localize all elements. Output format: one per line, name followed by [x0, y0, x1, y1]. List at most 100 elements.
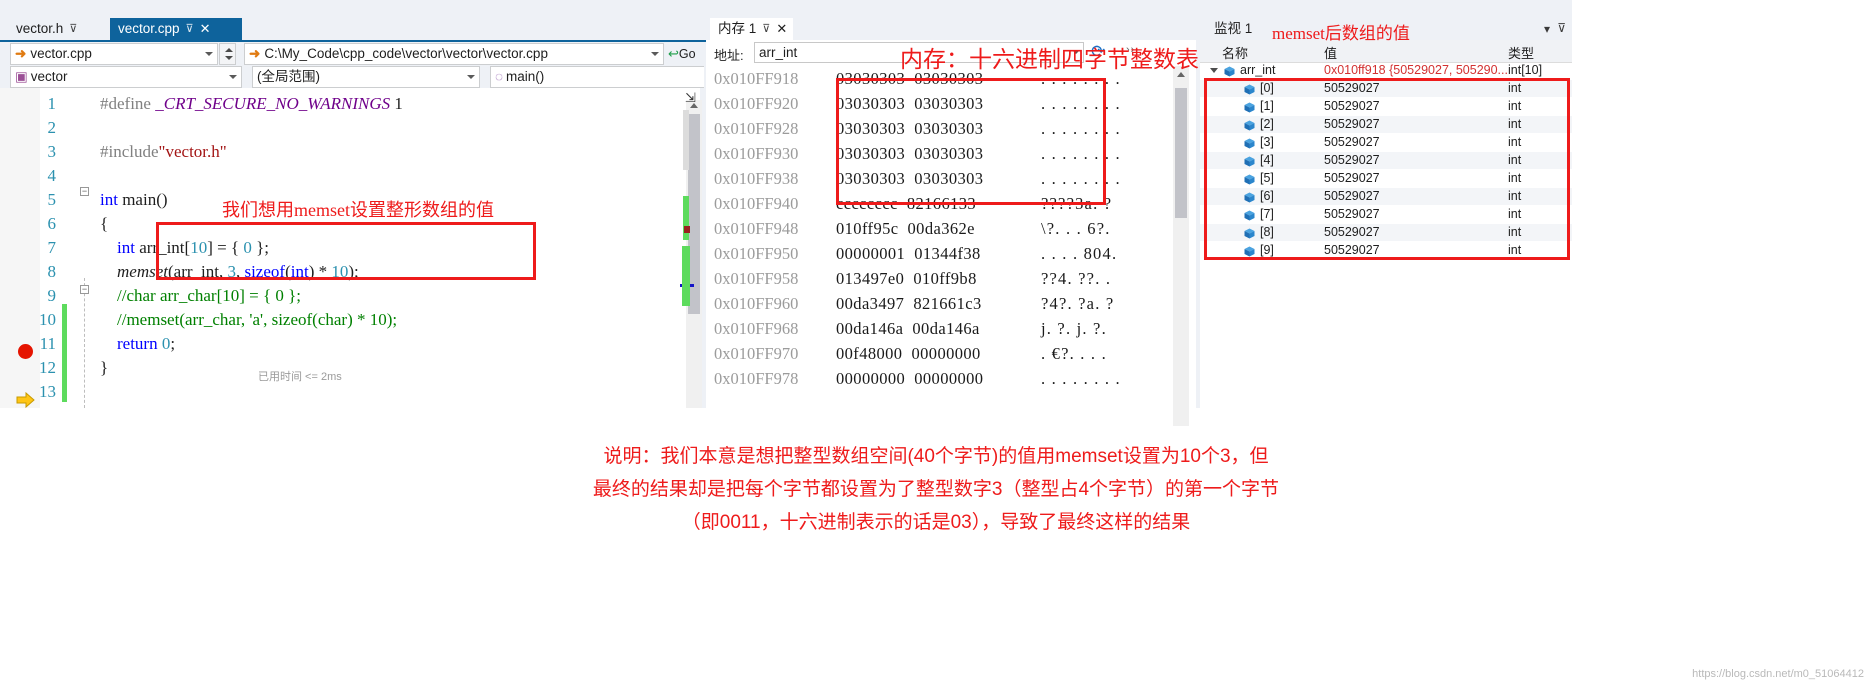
- watch-row-type: int: [1508, 153, 1522, 167]
- watch-row-value[interactable]: 50529027: [1324, 134, 1380, 151]
- watch-row[interactable]: [3] 50529027 int: [1200, 134, 1572, 151]
- chevron-down-icon[interactable]: [205, 52, 213, 56]
- code-line[interactable]: 9 //char arr_char[10] = { 0 };: [0, 284, 700, 308]
- memory-vscrollbar-thumb[interactable]: [1175, 88, 1187, 218]
- memory-row[interactable]: 0x010FF958 013497e0 010ff9b8 ??4. ??. .: [706, 266, 1196, 291]
- close-icon[interactable]: ✕: [200, 18, 211, 40]
- file-combo[interactable]: ➜ vector.cpp: [10, 43, 218, 65]
- pin-icon[interactable]: ⊽: [69, 18, 77, 40]
- go-button[interactable]: ↩Go: [668, 46, 696, 62]
- chevron-down-icon[interactable]: [651, 52, 659, 56]
- code-line[interactable]: 2: [0, 116, 700, 140]
- watch-row[interactable]: [4] 50529027 int: [1200, 152, 1572, 169]
- watch-row-value[interactable]: 50529027: [1324, 170, 1380, 187]
- watch-row[interactable]: [9] 50529027 int: [1200, 242, 1572, 259]
- watch-row[interactable]: [1] 50529027 int: [1200, 98, 1572, 115]
- memory-row[interactable]: 0x010FF938 03030303 03030303 . . . . . . .…: [706, 166, 1196, 191]
- pin-icon[interactable]: ⊽: [186, 18, 194, 40]
- watch-row-value[interactable]: 50529027: [1324, 242, 1380, 259]
- line-number: 12: [39, 358, 56, 377]
- watch-row-value[interactable]: 50529027: [1324, 152, 1380, 169]
- memory-row[interactable]: 0x010FF960 00da3497 821661c3 ?4?. ?a. ?: [706, 291, 1196, 316]
- watch-row[interactable]: [8] 50529027 int: [1200, 224, 1572, 241]
- chevron-down-icon[interactable]: ▾: [1544, 22, 1550, 36]
- memory-row[interactable]: 0x010FF978 00000000 00000000 . . . . . . .…: [706, 366, 1196, 391]
- watch-row-value[interactable]: 0x010ff918 {50529027, 505290...: [1324, 62, 1508, 79]
- variable-icon: [1244, 245, 1255, 257]
- memory-hex: 00000000 00000000: [836, 369, 984, 388]
- editor-tab-vector-cpp[interactable]: vector.cpp ⊽ ✕: [110, 18, 242, 40]
- memory-vscrollbar[interactable]: [1173, 66, 1189, 426]
- editor-tab-vector-h[interactable]: vector.h ⊽: [8, 18, 106, 40]
- code-line[interactable]: 4: [0, 164, 700, 188]
- watch-row-type: int: [1508, 171, 1522, 185]
- ide-window: vector.h ⊽ vector.cpp ⊽ ✕ ➜ vector.cpp ➜ C…: [0, 0, 1572, 426]
- editor-tab-label: vector.cpp: [118, 21, 180, 36]
- code-line[interactable]: 10 //memset(arr_char, 'a', sizeof(char) …: [0, 308, 700, 332]
- scope-combo[interactable]: (全局范围): [252, 66, 480, 88]
- member-combo[interactable]: ◌ main(): [490, 66, 704, 88]
- memory-row[interactable]: 0x010FF970 00f48000 00000000 . €?. . . .: [706, 341, 1196, 366]
- split-view-icon[interactable]: ⇲: [685, 90, 696, 106]
- watch-row-type: int: [1508, 225, 1522, 239]
- path-combo[interactable]: ➜ C:\My_Code\cpp_code\vector\vector\vecto…: [244, 43, 664, 65]
- nav-spinner[interactable]: [219, 43, 236, 65]
- code-line[interactable]: 13: [0, 380, 700, 404]
- chevron-down-icon[interactable]: [467, 75, 475, 79]
- memory-row[interactable]: 0x010FF950 00000001 01344f38 . . . . 804.: [706, 241, 1196, 266]
- line-number: 4: [47, 166, 57, 185]
- watch-row-type: int: [1508, 207, 1522, 221]
- memory-row[interactable]: 0x010FF940 cccccccc 82166133 ????3a. ?: [706, 191, 1196, 216]
- code-line[interactable]: 3 #include"vector.h": [0, 140, 700, 164]
- memory-address: 0x010FF970: [714, 344, 799, 363]
- watch-row-value[interactable]: 50529027: [1324, 80, 1380, 97]
- chevron-down-icon[interactable]: [229, 75, 237, 79]
- memory-row[interactable]: 0x010FF930 03030303 03030303 . . . . . . .…: [706, 141, 1196, 166]
- watch-row[interactable]: [6] 50529027 int: [1200, 188, 1572, 205]
- watch-row[interactable]: [2] 50529027 int: [1200, 116, 1572, 133]
- memory-row[interactable]: 0x010FF920 03030303 03030303 . . . . . . .…: [706, 91, 1196, 116]
- watch-tab[interactable]: 监视 1: [1206, 18, 1258, 40]
- project-combo[interactable]: ▣ vector: [10, 66, 242, 88]
- watch-row-value[interactable]: 50529027: [1324, 224, 1380, 241]
- pin-icon[interactable]: ⊽: [762, 18, 770, 40]
- code-line[interactable]: 7 int arr_int[10] = { 0 };: [0, 236, 700, 260]
- watch-row-value[interactable]: 50529027: [1324, 188, 1380, 205]
- variable-icon: [1244, 83, 1255, 95]
- memory-row[interactable]: 0x010FF968 00da146a 00da146a j. ?. j. ?.: [706, 316, 1196, 341]
- path-combo-value: C:\My_Code\cpp_code\vector\vector\vector…: [264, 46, 548, 61]
- pin-icon[interactable]: ⊽: [1557, 21, 1566, 35]
- watch-row-value[interactable]: 50529027: [1324, 206, 1380, 223]
- memory-hex: 03030303 03030303: [836, 94, 984, 113]
- watch-row[interactable]: arr_int 0x010ff918 {50529027, 505290... in…: [1200, 62, 1572, 79]
- watch-row[interactable]: [7] 50529027 int: [1200, 206, 1572, 223]
- line-number: 8: [47, 262, 57, 281]
- watch-row-value[interactable]: 50529027: [1324, 116, 1380, 133]
- watch-row-name: [1]: [1260, 99, 1274, 113]
- line-number: 6: [47, 214, 57, 233]
- code-line[interactable]: 11 return 0;: [0, 332, 700, 356]
- spinner-down-icon[interactable]: [225, 56, 233, 60]
- close-icon[interactable]: ✕: [776, 18, 787, 40]
- code-text: #include"vector.h": [100, 142, 227, 161]
- code-editor[interactable]: − − 1 #define _CRT_SECURE_NO_WARNINGS 123…: [0, 88, 700, 408]
- code-line[interactable]: 8 memset(arr_int, 3, sizeof(int) * 10);: [0, 260, 700, 284]
- memory-row[interactable]: 0x010FF948 010ff95c 00da362e \?. . . 6?.: [706, 216, 1196, 241]
- code-line[interactable]: 12}: [0, 356, 700, 380]
- editor-tabstrip: vector.h ⊽ vector.cpp ⊽ ✕: [0, 18, 706, 40]
- memory-address: 0x010FF978: [714, 369, 799, 388]
- memory-tab[interactable]: 内存 1 ⊽ ✕: [710, 18, 794, 40]
- memory-address-label: 地址:: [714, 48, 744, 63]
- editor-tab-label: vector.h: [16, 21, 64, 36]
- expand-collapse-icon[interactable]: [1210, 68, 1218, 73]
- watch-row[interactable]: [5] 50529027 int: [1200, 170, 1572, 187]
- memory-ascii: . . . . . . . .: [1041, 144, 1121, 163]
- memory-tab-label: 内存 1: [718, 21, 757, 36]
- watch-row-name: [3]: [1260, 135, 1274, 149]
- watch-row[interactable]: [0] 50529027 int: [1200, 80, 1572, 97]
- memory-row[interactable]: 0x010FF928 03030303 03030303 . . . . . . .…: [706, 116, 1196, 141]
- watch-row-type: int: [1508, 189, 1522, 203]
- spinner-up-icon[interactable]: [225, 48, 233, 52]
- code-line[interactable]: 1 #define _CRT_SECURE_NO_WARNINGS 1: [0, 92, 700, 116]
- watch-row-value[interactable]: 50529027: [1324, 98, 1380, 115]
